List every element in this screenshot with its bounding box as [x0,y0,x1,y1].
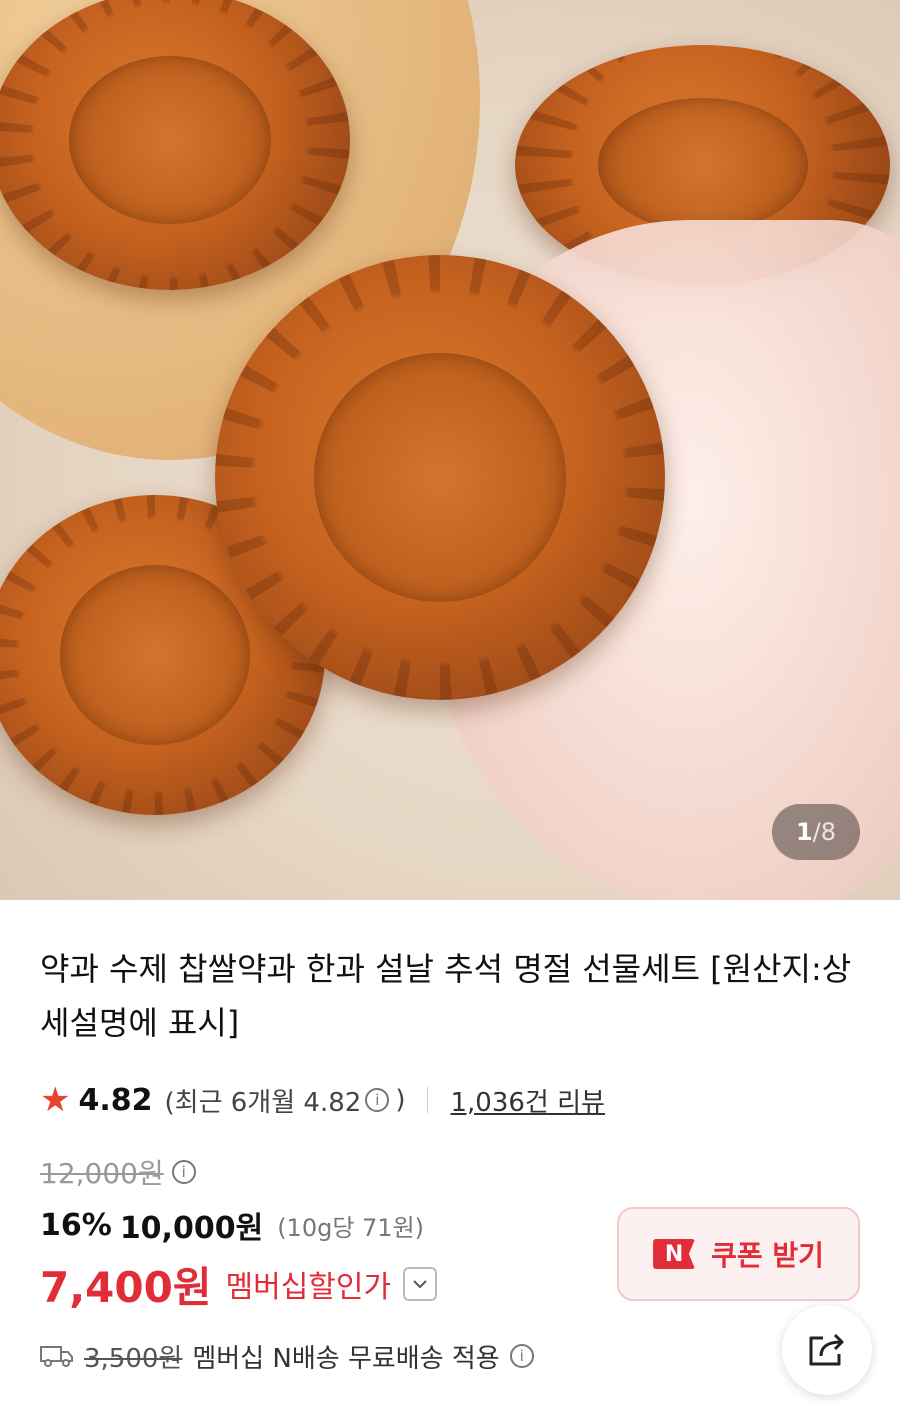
original-shipping-fee: 3,500원 [84,1343,183,1374]
rating-score: 4.82 [78,1082,153,1118]
total-pages: 8 [820,818,837,846]
discount-price-row: 16% 10,000원 (10g당 71원) [40,1203,424,1247]
rating-row: ★ 4.82 (최근 6개월 4.82 i ) 1,036건 리뷰 [40,1078,605,1122]
share-button[interactable] [782,1305,872,1395]
original-price: 12,000원 [40,1157,164,1190]
review-count-link[interactable]: 1,036건 리뷰 [450,1082,604,1119]
naver-n-icon: N [653,1239,696,1269]
page-separator: / [812,818,821,846]
product-title: 약과 수제 찹쌀약과 한과 설날 추석 명절 선물세트 [원산지:상세설명에 표… [40,950,852,1042]
discount-price: 10,000원 [119,1211,264,1246]
member-price-row: 7,400원 멤버십할인가 [40,1254,438,1314]
chevron-down-icon[interactable] [403,1267,438,1301]
yakgwa-cookie-held [215,255,665,700]
image-page-indicator: 1 / 8 [772,804,860,860]
recent-rating-close: ) [395,1085,406,1115]
star-icon: ★ [40,1080,71,1120]
info-icon[interactable]: i [509,1344,534,1368]
recent-rating-text: (최근 6개월 4.82 [164,1087,362,1118]
product-image-gallery[interactable]: 1 / 8 [0,0,900,900]
shipping-row: 3,500원 멤버십 N배송 무료배송 적용 i [40,1336,534,1376]
shipping-description: 멤버십 N배송 무료배송 적용 [192,1343,500,1374]
unit-price: (10g당 71원) [277,1213,425,1242]
share-icon [809,1333,844,1366]
member-price-label: 멤버십할인가 [225,1270,392,1305]
current-page: 1 [795,818,813,846]
info-icon[interactable]: i [365,1088,390,1112]
discount-rate: 16% [40,1207,112,1243]
coupon-button-label: 쿠폰 받기 [711,1239,824,1272]
original-price-row: 12,000원 i [40,1152,196,1192]
divider [427,1087,429,1113]
info-icon[interactable]: i [171,1160,196,1184]
truck-icon [40,1346,73,1367]
member-price: 7,400원 [40,1262,212,1312]
get-coupon-button[interactable]: N 쿠폰 받기 [617,1207,860,1301]
